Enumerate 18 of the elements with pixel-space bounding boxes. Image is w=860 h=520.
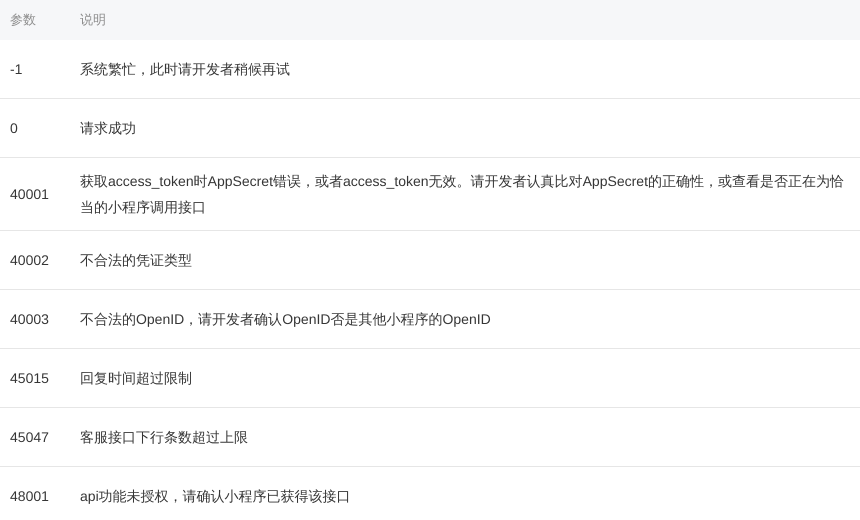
table-cell-text: 0 — [9, 119, 19, 138]
table-cell-text: -1 — [9, 60, 24, 79]
table-cell-text: 不合法的凭证类型 — [80, 251, 193, 270]
table-cell-text: 请求成功 — [80, 119, 137, 138]
table-cell-text: 40001 — [9, 185, 50, 204]
table-cell-text: 不合法的OpenID，请开发者确认OpenID否是其他小程序的OpenID — [80, 310, 492, 329]
table-cell-text: 系统繁忙，此时请开发者稍候再试 — [80, 60, 291, 79]
column-header: 参数 — [9, 11, 37, 29]
table-cell-text: 获取access_token时AppSecret错误，或者access_token无效。请开发者认真比对AppSecret的正确性，或查看是否正在为恰当的小程序调用接口 — [80, 172, 845, 217]
table-cell-text: api功能未授权，请确认小程序已获得该接口 — [80, 487, 352, 506]
table-cell-text: 45015 — [9, 369, 50, 388]
table-cell-text: 48001 — [9, 487, 50, 506]
table-cell-text: 40003 — [9, 310, 50, 329]
table-cell-text: 45047 — [9, 428, 50, 447]
table-cell-text: 40002 — [9, 251, 50, 270]
table-cell-text: 回复时间超过限制 — [80, 369, 193, 388]
column-header: 说明 — [80, 11, 107, 29]
table-cell-text: 客服接口下行条数超过上限 — [80, 428, 249, 447]
